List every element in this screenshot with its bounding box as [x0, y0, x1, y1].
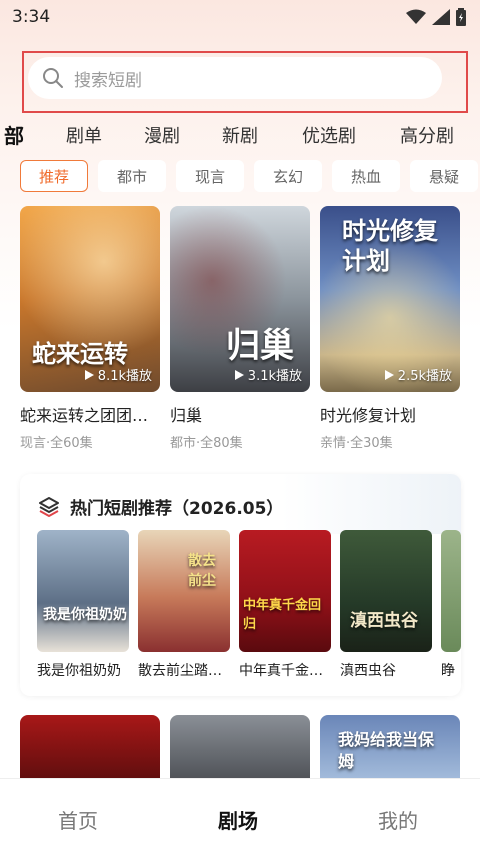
chip-fantasy[interactable]: 玄幻 — [254, 160, 322, 192]
status-bar: 3:34 — [0, 0, 480, 34]
hot-drama-title: 滇西虫谷 — [340, 663, 396, 679]
hot-drama-card[interactable]: 我是你祖奶奶 我是你祖奶奶 — [37, 530, 129, 680]
status-time: 3:34 — [12, 7, 51, 27]
tab-high-score[interactable]: 高分剧 — [400, 122, 454, 148]
drama-card[interactable]: 归巢 3.1k播放 归巢 都市·全80集 — [170, 206, 310, 451]
chip-urban[interactable]: 都市 — [98, 160, 166, 192]
hot-drama-card[interactable]: 中年真千金回归 中年真千金… — [239, 530, 331, 680]
hot-section-header: 热门短剧推荐（2026.05） — [38, 494, 283, 519]
hot-drama-poster[interactable]: 散去前尘 — [138, 530, 230, 652]
hot-dramas-section: 热门短剧推荐（2026.05） 我是你祖奶奶 我是你祖奶奶 散去前尘 散去前尘踏… — [20, 474, 461, 696]
wifi-icon — [406, 9, 426, 24]
layers-icon — [39, 496, 59, 517]
hot-drama-title: 睁 — [441, 663, 455, 679]
hot-drama-poster[interactable] — [441, 530, 461, 652]
poster-title-text: 我是你祖奶奶 — [43, 607, 127, 623]
play-count: 2.5k播放 — [384, 365, 452, 384]
hot-drama-poster[interactable]: 中年真千金回归 — [239, 530, 331, 652]
play-icon — [384, 369, 394, 380]
category-nav: 部 剧单 漫剧 新剧 优选剧 高分剧 — [0, 118, 480, 154]
poster-title-text: 我妈给我当保姆 — [338, 730, 435, 771]
nav-theater[interactable]: 剧场 — [218, 805, 258, 834]
play-icon — [234, 369, 244, 380]
tab-playlists[interactable]: 剧单 — [66, 122, 102, 148]
chip-action[interactable]: 热血 — [332, 160, 400, 192]
battery-icon — [456, 8, 466, 26]
poster-title-text: 滇西虫谷 — [350, 611, 418, 631]
drama-poster[interactable]: 时光修复计划 2.5k播放 — [320, 206, 460, 392]
hot-drama-card[interactable]: 睁 — [441, 530, 461, 680]
hot-drama-card[interactable]: 散去前尘 散去前尘踏… — [138, 530, 230, 680]
hot-drama-title: 散去前尘踏… — [138, 663, 222, 679]
play-count-text: 8.1k播放 — [97, 369, 152, 384]
chip-recommend[interactable]: 推荐 — [20, 160, 88, 192]
chip-mystery[interactable]: 悬疑 — [410, 160, 478, 192]
signal-icon — [432, 9, 450, 25]
card-meta: 亲情·全30集 — [320, 436, 393, 451]
tab-all[interactable]: 部 — [4, 120, 24, 149]
play-count: 8.1k播放 — [84, 365, 152, 384]
tab-new[interactable]: 新剧 — [222, 122, 258, 148]
play-count-text: 3.1k播放 — [247, 369, 302, 384]
hot-drama-title: 我是你祖奶奶 — [37, 663, 121, 679]
card-title: 归巢 — [170, 406, 203, 425]
search-highlight-box: 搜索短剧 — [22, 51, 468, 113]
hot-drama-card[interactable]: 滇西虫谷 滇西虫谷 — [340, 530, 432, 680]
chip-romance[interactable]: 现言 — [176, 160, 244, 192]
status-icons — [406, 8, 466, 26]
card-title: 时光修复计划 — [320, 406, 417, 425]
hot-drama-poster[interactable]: 我是你祖奶奶 — [37, 530, 129, 652]
drama-card[interactable]: 时光修复计划 2.5k播放 时光修复计划 亲情·全30集 — [320, 206, 460, 451]
play-icon — [84, 369, 94, 380]
search-icon — [43, 68, 63, 88]
poster-title-text: 散去前尘 — [188, 553, 216, 589]
drama-poster[interactable]: 归巢 3.1k播放 — [170, 206, 310, 392]
poster-title-text: 归巢 — [226, 326, 294, 366]
tab-selected[interactable]: 优选剧 — [302, 122, 356, 148]
card-meta: 都市·全80集 — [170, 436, 243, 451]
drama-poster[interactable] — [20, 715, 160, 785]
tab-comics[interactable]: 漫剧 — [144, 122, 180, 148]
poster-title-text: 中年真千金回归 — [243, 598, 322, 632]
search-placeholder: 搜索短剧 — [74, 70, 142, 91]
nav-mine[interactable]: 我的 — [378, 805, 418, 834]
hot-section-background — [281, 474, 461, 534]
genre-chips: 推荐 都市 现言 玄幻 热血 悬疑 — [0, 160, 480, 192]
search-input[interactable]: 搜索短剧 — [28, 57, 442, 99]
drama-poster[interactable] — [170, 715, 310, 785]
card-title: 蛇来运转之团团… — [20, 406, 149, 425]
hot-drama-poster[interactable]: 滇西虫谷 — [340, 530, 432, 652]
hot-drama-title: 中年真千金… — [239, 663, 323, 679]
drama-card[interactable]: 蛇来运转 8.1k播放 蛇来运转之团团… 现言·全60集 — [20, 206, 160, 451]
bottom-navigation: 首页 剧场 我的 — [0, 778, 480, 853]
play-count-text: 2.5k播放 — [397, 369, 452, 384]
poster-title-text: 蛇来运转 — [32, 339, 128, 368]
card-meta: 现言·全60集 — [20, 436, 93, 451]
drama-poster[interactable]: 我妈给我当保姆 — [320, 715, 460, 785]
poster-title-text: 时光修复计划 — [342, 216, 438, 275]
drama-poster[interactable]: 蛇来运转 8.1k播放 — [20, 206, 160, 392]
hot-section-title: 热门短剧推荐（2026.05） — [70, 499, 284, 519]
nav-home[interactable]: 首页 — [58, 805, 98, 834]
play-count: 3.1k播放 — [234, 365, 302, 384]
